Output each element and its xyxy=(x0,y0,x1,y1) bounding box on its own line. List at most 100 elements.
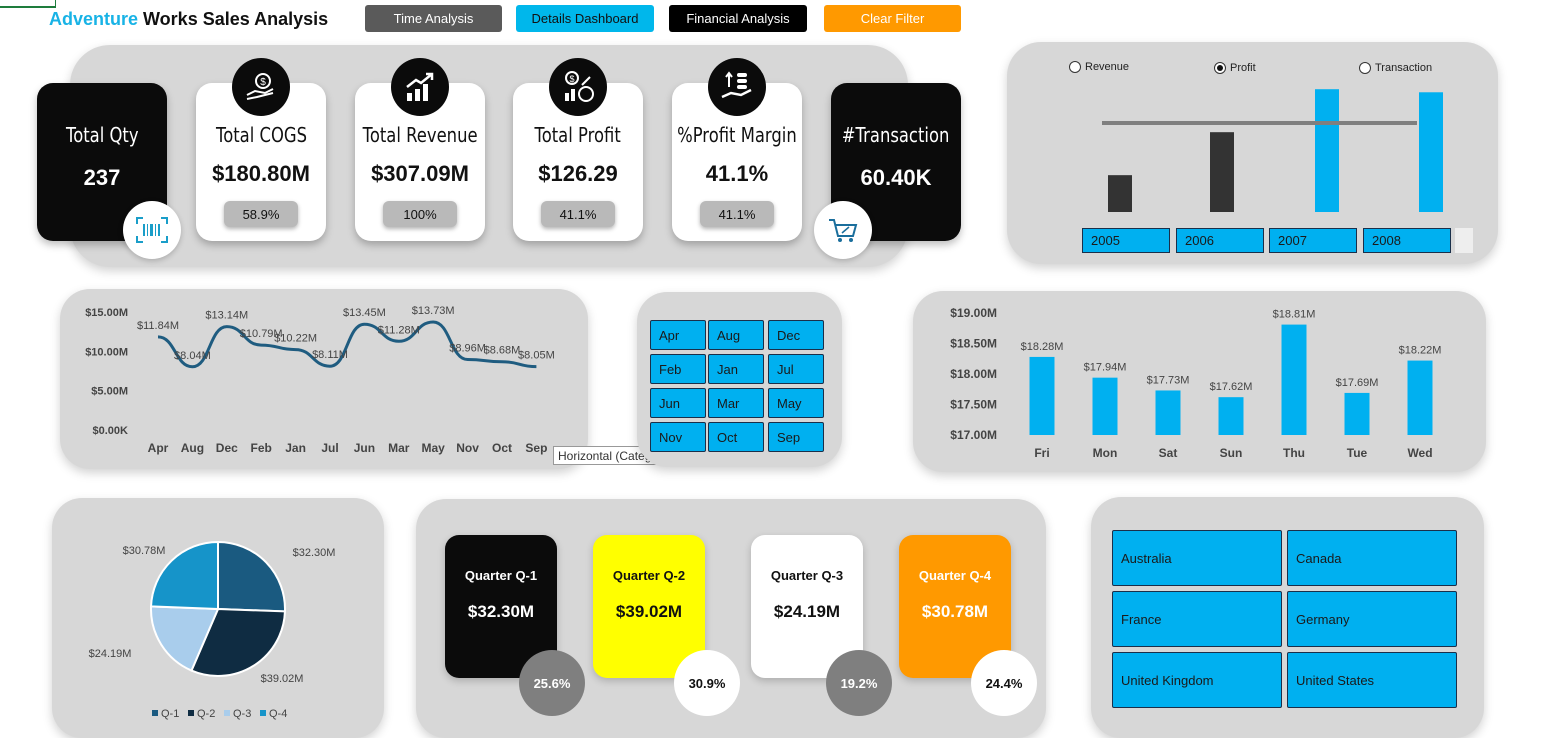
quarter-pct-q3: 19.2% xyxy=(826,650,892,716)
year-bar xyxy=(1210,132,1234,212)
country-slicer-australia[interactable]: Australia xyxy=(1112,530,1282,586)
kpi-percent-pill: 41.1% xyxy=(541,201,615,227)
y-tick-label: $19.00M xyxy=(950,306,997,320)
quarter-label: Quarter Q-2 xyxy=(612,568,686,583)
month-slicer-sep[interactable]: Sep xyxy=(768,422,824,452)
weekday-bar xyxy=(1218,397,1244,435)
data-label: $18.22M xyxy=(1399,345,1442,357)
month-slicer-jan[interactable]: Jan xyxy=(708,354,764,384)
time-analysis-button[interactable]: Time Analysis xyxy=(365,5,502,32)
month-slicer-nov[interactable]: Nov xyxy=(650,422,706,452)
growth-chart-icon xyxy=(391,58,449,116)
x-tick-label: Oct xyxy=(492,441,512,455)
financial-analysis-button[interactable]: Financial Analysis xyxy=(669,5,807,32)
month-slicer-aug[interactable]: Aug xyxy=(708,320,764,350)
country-slicer-united-kingdom[interactable]: United Kingdom xyxy=(1112,652,1282,708)
x-tick-label: Nov xyxy=(456,441,479,455)
kpi-label: #Transaction xyxy=(842,123,950,147)
dashboard: Adventure Works Sales Analysis Time Anal… xyxy=(0,0,1542,738)
radio-label: Profit xyxy=(1230,62,1256,74)
data-label: $8.05M xyxy=(518,350,555,362)
year-bar-chart xyxy=(1102,89,1443,212)
data-label: $8.68M xyxy=(484,345,521,357)
page-title: Adventure Works Sales Analysis xyxy=(49,9,328,30)
hand-coins-icon xyxy=(708,58,766,116)
legend-swatch xyxy=(188,710,194,716)
country-slicer-united-states[interactable]: United States xyxy=(1287,652,1457,708)
kpi-percent-pill: 41.1% xyxy=(700,201,774,227)
data-label: $13.45M xyxy=(343,307,386,319)
month-slicer-jun[interactable]: Jun xyxy=(650,388,706,418)
year-slicer-scroll[interactable] xyxy=(1455,228,1473,253)
svg-text:$: $ xyxy=(569,74,574,84)
kpi-label: Total Profit xyxy=(534,123,622,147)
kpi-value: $180.80M xyxy=(212,161,310,186)
year-bar xyxy=(1419,92,1443,212)
x-tick-label: Dec xyxy=(216,441,238,455)
data-label: $17.94M xyxy=(1084,362,1127,374)
month-slicer-mar[interactable]: Mar xyxy=(708,388,764,418)
pie-data-label: $39.02M xyxy=(261,673,304,685)
x-tick-label: Aug xyxy=(181,441,204,455)
kpi-value: 41.1% xyxy=(705,161,769,186)
data-label: $17.62M xyxy=(1210,381,1253,393)
quarter-pct-q2: 30.9% xyxy=(674,650,740,716)
country-slicer-france[interactable]: France xyxy=(1112,591,1282,647)
quarter-value: $32.30M xyxy=(467,602,535,621)
year-bar xyxy=(1315,89,1339,212)
country-slicer-canada[interactable]: Canada xyxy=(1287,530,1457,586)
data-label: $17.73M xyxy=(1147,374,1190,386)
radio-profit[interactable]: Profit xyxy=(1214,62,1256,74)
quarter-pct-q4: 24.4% xyxy=(971,650,1037,716)
data-label: $8.04M xyxy=(174,350,211,362)
legend-swatch xyxy=(260,710,266,716)
legend-label: Q-4 xyxy=(269,708,287,720)
month-slicer-may[interactable]: May xyxy=(768,388,824,418)
data-label: $11.28M xyxy=(378,324,420,336)
quarter-label: Quarter Q-4 xyxy=(918,568,992,583)
monthly-line-chart: $0.00K $5.00M $10.00M $15.00M Apr $11.84M Aug $… xyxy=(85,305,555,455)
data-label: $17.69M xyxy=(1336,377,1379,389)
month-slicer-jul[interactable]: Jul xyxy=(768,354,824,384)
money-bag-hand-icon: $ xyxy=(232,58,290,116)
pie-data-label: $30.78M xyxy=(123,545,166,557)
y-tick-label: $17.00M xyxy=(950,428,997,442)
clear-filter-button[interactable]: Clear Filter xyxy=(824,5,961,32)
x-tick-label: Jun xyxy=(354,441,375,455)
quarter-label: Quarter Q-1 xyxy=(464,568,538,583)
y-tick-label: $18.50M xyxy=(950,337,997,351)
country-slicer-germany[interactable]: Germany xyxy=(1287,591,1457,647)
kpi-value: 237 xyxy=(83,165,121,190)
data-label: $13.14M xyxy=(205,310,248,322)
radio-revenue[interactable]: Revenue xyxy=(1069,61,1129,73)
profit-coins-icon: $ xyxy=(549,58,607,116)
data-label: $8.11M xyxy=(312,349,348,361)
year-slicer-2008[interactable]: 2008 xyxy=(1363,228,1451,253)
year-slicer-2006[interactable]: 2006 xyxy=(1176,228,1264,253)
details-dashboard-button[interactable]: Details Dashboard xyxy=(516,5,654,32)
month-slicer-feb[interactable]: Feb xyxy=(650,354,706,384)
y-tick-label: $0.00K xyxy=(93,425,129,437)
year-slicer-2007[interactable]: 2007 xyxy=(1269,228,1357,253)
x-tick-label: Wed xyxy=(1407,446,1432,460)
pie-data-label: $24.19M xyxy=(89,648,132,660)
pie-slice xyxy=(217,540,286,613)
x-tick-label: Fri xyxy=(1034,446,1049,460)
barcode-icon xyxy=(123,201,181,259)
month-slicer-dec[interactable]: Dec xyxy=(768,320,824,350)
y-tick-label: $17.50M xyxy=(950,398,997,412)
legend-label: Q-1 xyxy=(161,708,179,720)
radio-dot xyxy=(1214,62,1226,74)
month-slicer-apr[interactable]: Apr xyxy=(650,320,706,350)
kpi-percent-pill: 58.9% xyxy=(224,201,298,227)
x-tick-label: Sat xyxy=(1159,446,1178,460)
kpi-value: $307.09M xyxy=(371,161,469,186)
data-label: $8.96M xyxy=(449,343,486,355)
y-tick-label: $10.00M xyxy=(85,346,128,358)
year-bar xyxy=(1108,175,1132,212)
year-slicer-2005[interactable]: 2005 xyxy=(1082,228,1170,253)
radio-transaction[interactable]: Transaction xyxy=(1359,62,1432,74)
month-slicer-oct[interactable]: Oct xyxy=(708,422,764,452)
x-tick-label: Jul xyxy=(321,441,338,455)
pie-data-label: $32.30M xyxy=(293,547,336,559)
